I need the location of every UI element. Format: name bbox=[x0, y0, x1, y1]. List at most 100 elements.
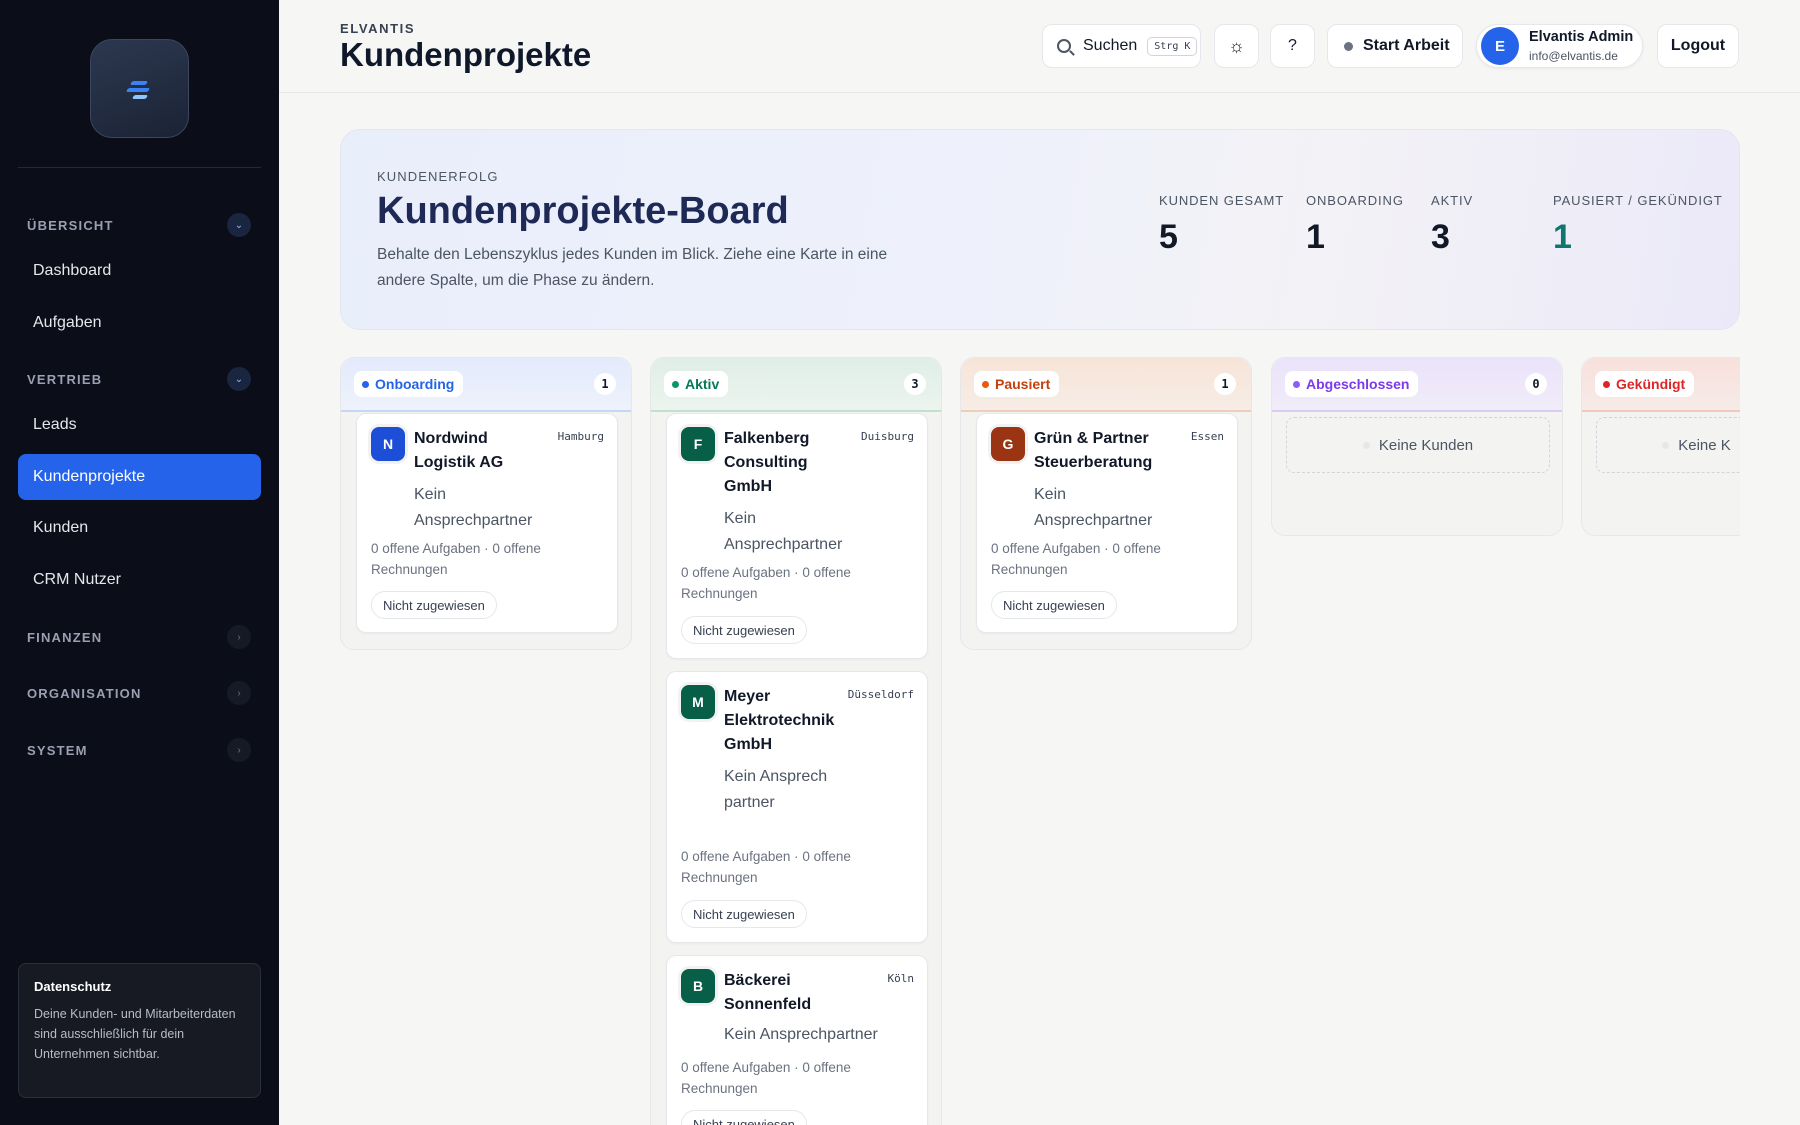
section-uebersicht[interactable]: ÜBERSICHT ⌄ bbox=[27, 213, 251, 237]
customer-contact: Kein Ansprechpartner bbox=[414, 486, 533, 529]
theme-toggle-button[interactable]: ☼ bbox=[1214, 24, 1259, 68]
empty-state: Keine Kunden bbox=[1286, 417, 1550, 473]
user-email: info@elvantis.de bbox=[1529, 49, 1618, 63]
column-title: Aktiv bbox=[685, 376, 720, 392]
sidebar-item-label: Leads bbox=[33, 416, 77, 433]
assignee-tag[interactable]: Nicht zugewiesen bbox=[371, 591, 497, 619]
section-organisation[interactable]: ORGANISATION › bbox=[27, 681, 251, 705]
column-count: 0 bbox=[1525, 373, 1547, 395]
empty-dot-icon bbox=[1662, 441, 1670, 449]
stat-value: 1 bbox=[1553, 218, 1572, 256]
customer-card[interactable]: B Bäckerei Sonnenfeld Köln Kein Ansprech… bbox=[666, 955, 928, 1125]
chevron-right-icon[interactable]: › bbox=[227, 681, 251, 705]
column-label: Gekündigt bbox=[1595, 371, 1695, 397]
chevron-right-icon[interactable]: › bbox=[227, 738, 251, 762]
sidebar-item-kundenprojekte[interactable]: Kundenprojekte bbox=[18, 454, 261, 500]
column-title: Abgeschlossen bbox=[1306, 376, 1410, 392]
logo-icon bbox=[125, 79, 155, 99]
top-header: ELVANTIS Kundenprojekte Suchen Strg K ☼ … bbox=[279, 0, 1800, 93]
stat-value: 5 bbox=[1159, 218, 1178, 256]
section-label: SYSTEM bbox=[27, 742, 88, 758]
customer-avatar: M bbox=[681, 685, 715, 719]
assignee-tag[interactable]: Nicht zugewiesen bbox=[681, 1110, 807, 1125]
start-work-button[interactable]: Start Arbeit bbox=[1327, 24, 1463, 68]
customer-card[interactable]: G Grün & Partner Steuerberatung Essen Ke… bbox=[976, 413, 1238, 633]
hero-eyebrow: KUNDENERFOLG bbox=[377, 169, 499, 184]
sidebar-item-aufgaben[interactable]: Aufgaben bbox=[18, 300, 261, 346]
kanban-board: Onboarding 1 N Nordwind Logistik AG Hamb… bbox=[340, 350, 1740, 1125]
avatar: E bbox=[1481, 27, 1519, 65]
search-button[interactable]: Suchen Strg K bbox=[1042, 24, 1201, 68]
stat-onboarding: ONBOARDING 1 bbox=[1306, 193, 1404, 257]
customer-contact: Kein Ansprechpartner bbox=[724, 768, 828, 811]
sidebar-item-kunden[interactable]: Kunden bbox=[18, 505, 261, 551]
privacy-notice: Datenschutz Deine Kunden- und Mitarbeite… bbox=[18, 963, 261, 1098]
section-finanzen[interactable]: FINANZEN › bbox=[27, 625, 251, 649]
sidebar: ÜBERSICHT ⌄ Dashboard Aufgaben VERTRIEB … bbox=[0, 0, 279, 1125]
column-header: Gekündigt bbox=[1582, 358, 1740, 412]
column-onboarding[interactable]: Onboarding 1 N Nordwind Logistik AG Hamb… bbox=[340, 357, 632, 650]
column-aktiv[interactable]: Aktiv 3 F Falkenberg Consulting GmbH Dui… bbox=[650, 357, 942, 1125]
page-title: Kundenprojekte bbox=[340, 36, 592, 73]
section-vertrieb[interactable]: VERTRIEB ⌄ bbox=[27, 367, 251, 391]
search-shortcut: Strg K bbox=[1147, 36, 1198, 56]
column-gekuendigt[interactable]: Gekündigt Keine K bbox=[1581, 357, 1740, 536]
customer-card[interactable]: N Nordwind Logistik AG Hamburg Kein Ansp… bbox=[356, 413, 618, 633]
help-button[interactable]: ? bbox=[1270, 24, 1315, 68]
column-header: Abgeschlossen 0 bbox=[1272, 358, 1562, 412]
customer-card[interactable]: F Falkenberg Consulting GmbH Duisburg Ke… bbox=[666, 413, 928, 659]
customer-city: Köln bbox=[887, 972, 915, 985]
hero-panel: KUNDENERFOLG Kundenprojekte-Board Behalt… bbox=[340, 129, 1740, 330]
column-label: Onboarding bbox=[354, 371, 464, 397]
column-count: 3 bbox=[904, 373, 926, 395]
sidebar-item-label: Kunden bbox=[33, 519, 89, 536]
stat-label: KUNDEN GESAMT bbox=[1159, 193, 1285, 208]
sidebar-item-label: Kundenprojekte bbox=[33, 468, 146, 485]
customer-contact: Kein Ansprechpartner bbox=[724, 510, 843, 553]
column-count: 1 bbox=[594, 373, 616, 395]
empty-label: Keine Kunden bbox=[1378, 436, 1474, 454]
sun-icon: ☼ bbox=[1228, 35, 1245, 56]
customer-meta: 0 offene Aufgaben · 0 offene Rechnungen bbox=[681, 849, 851, 885]
status-dot-icon bbox=[982, 380, 989, 388]
customer-city: Düsseldorf bbox=[847, 688, 914, 701]
customer-avatar: F bbox=[681, 427, 715, 461]
sidebar-item-crm-nutzer[interactable]: CRM Nutzer bbox=[18, 557, 261, 603]
customer-meta: 0 offene Aufgaben · 0 offene Rechnungen bbox=[681, 565, 851, 601]
section-label: ORGANISATION bbox=[27, 685, 142, 701]
user-name: Elvantis Admin bbox=[1529, 29, 1634, 45]
logout-button[interactable]: Logout bbox=[1657, 24, 1739, 68]
customer-avatar: G bbox=[991, 427, 1025, 461]
chevron-down-icon[interactable]: ⌄ bbox=[227, 213, 251, 237]
column-label: Pausiert bbox=[974, 371, 1060, 397]
assignee-tag[interactable]: Nicht zugewiesen bbox=[991, 591, 1117, 619]
sidebar-item-dashboard[interactable]: Dashboard bbox=[18, 248, 261, 294]
empty-state: Keine K bbox=[1596, 417, 1740, 473]
assignee-tag[interactable]: Nicht zugewiesen bbox=[681, 900, 807, 928]
status-dot-icon bbox=[362, 380, 369, 388]
column-header: Onboarding 1 bbox=[341, 358, 631, 412]
brand-label: ELVANTIS bbox=[340, 21, 416, 36]
customer-meta: 0 offene Aufgaben · 0 offene Rechnungen bbox=[681, 1060, 851, 1096]
customer-meta: 0 offene Aufgaben · 0 offene Rechnungen bbox=[991, 541, 1161, 577]
sidebar-item-leads[interactable]: Leads bbox=[18, 402, 261, 448]
column-pausiert[interactable]: Pausiert 1 G Grün & Partner Steuerberatu… bbox=[960, 357, 1252, 650]
section-system[interactable]: SYSTEM › bbox=[27, 738, 251, 762]
assignee-tag[interactable]: Nicht zugewiesen bbox=[681, 616, 807, 644]
stat-label: AKTIV bbox=[1431, 193, 1474, 208]
chevron-down-icon[interactable]: ⌄ bbox=[227, 367, 251, 391]
customer-card[interactable]: M Meyer Elektrotechnik GmbH Düsseldorf K… bbox=[666, 671, 928, 943]
empty-dot-icon bbox=[1362, 441, 1370, 449]
section-label: VERTRIEB bbox=[27, 371, 103, 387]
status-dot-icon bbox=[1344, 41, 1353, 51]
stat-pausiert-gekuendigt: PAUSIERT / GEKÜNDIGT 1 bbox=[1553, 193, 1723, 257]
stat-value: 1 bbox=[1306, 218, 1325, 256]
search-icon bbox=[1057, 39, 1071, 53]
user-menu[interactable]: E Elvantis Admin info@elvantis.de bbox=[1476, 24, 1643, 68]
status-dot-icon bbox=[672, 380, 679, 388]
column-header: Pausiert 1 bbox=[961, 358, 1251, 412]
column-abgeschlossen[interactable]: Abgeschlossen 0 Keine Kunden bbox=[1271, 357, 1563, 536]
app-logo[interactable] bbox=[90, 39, 189, 138]
chevron-right-icon[interactable]: › bbox=[227, 625, 251, 649]
status-dot-icon bbox=[1603, 380, 1610, 388]
